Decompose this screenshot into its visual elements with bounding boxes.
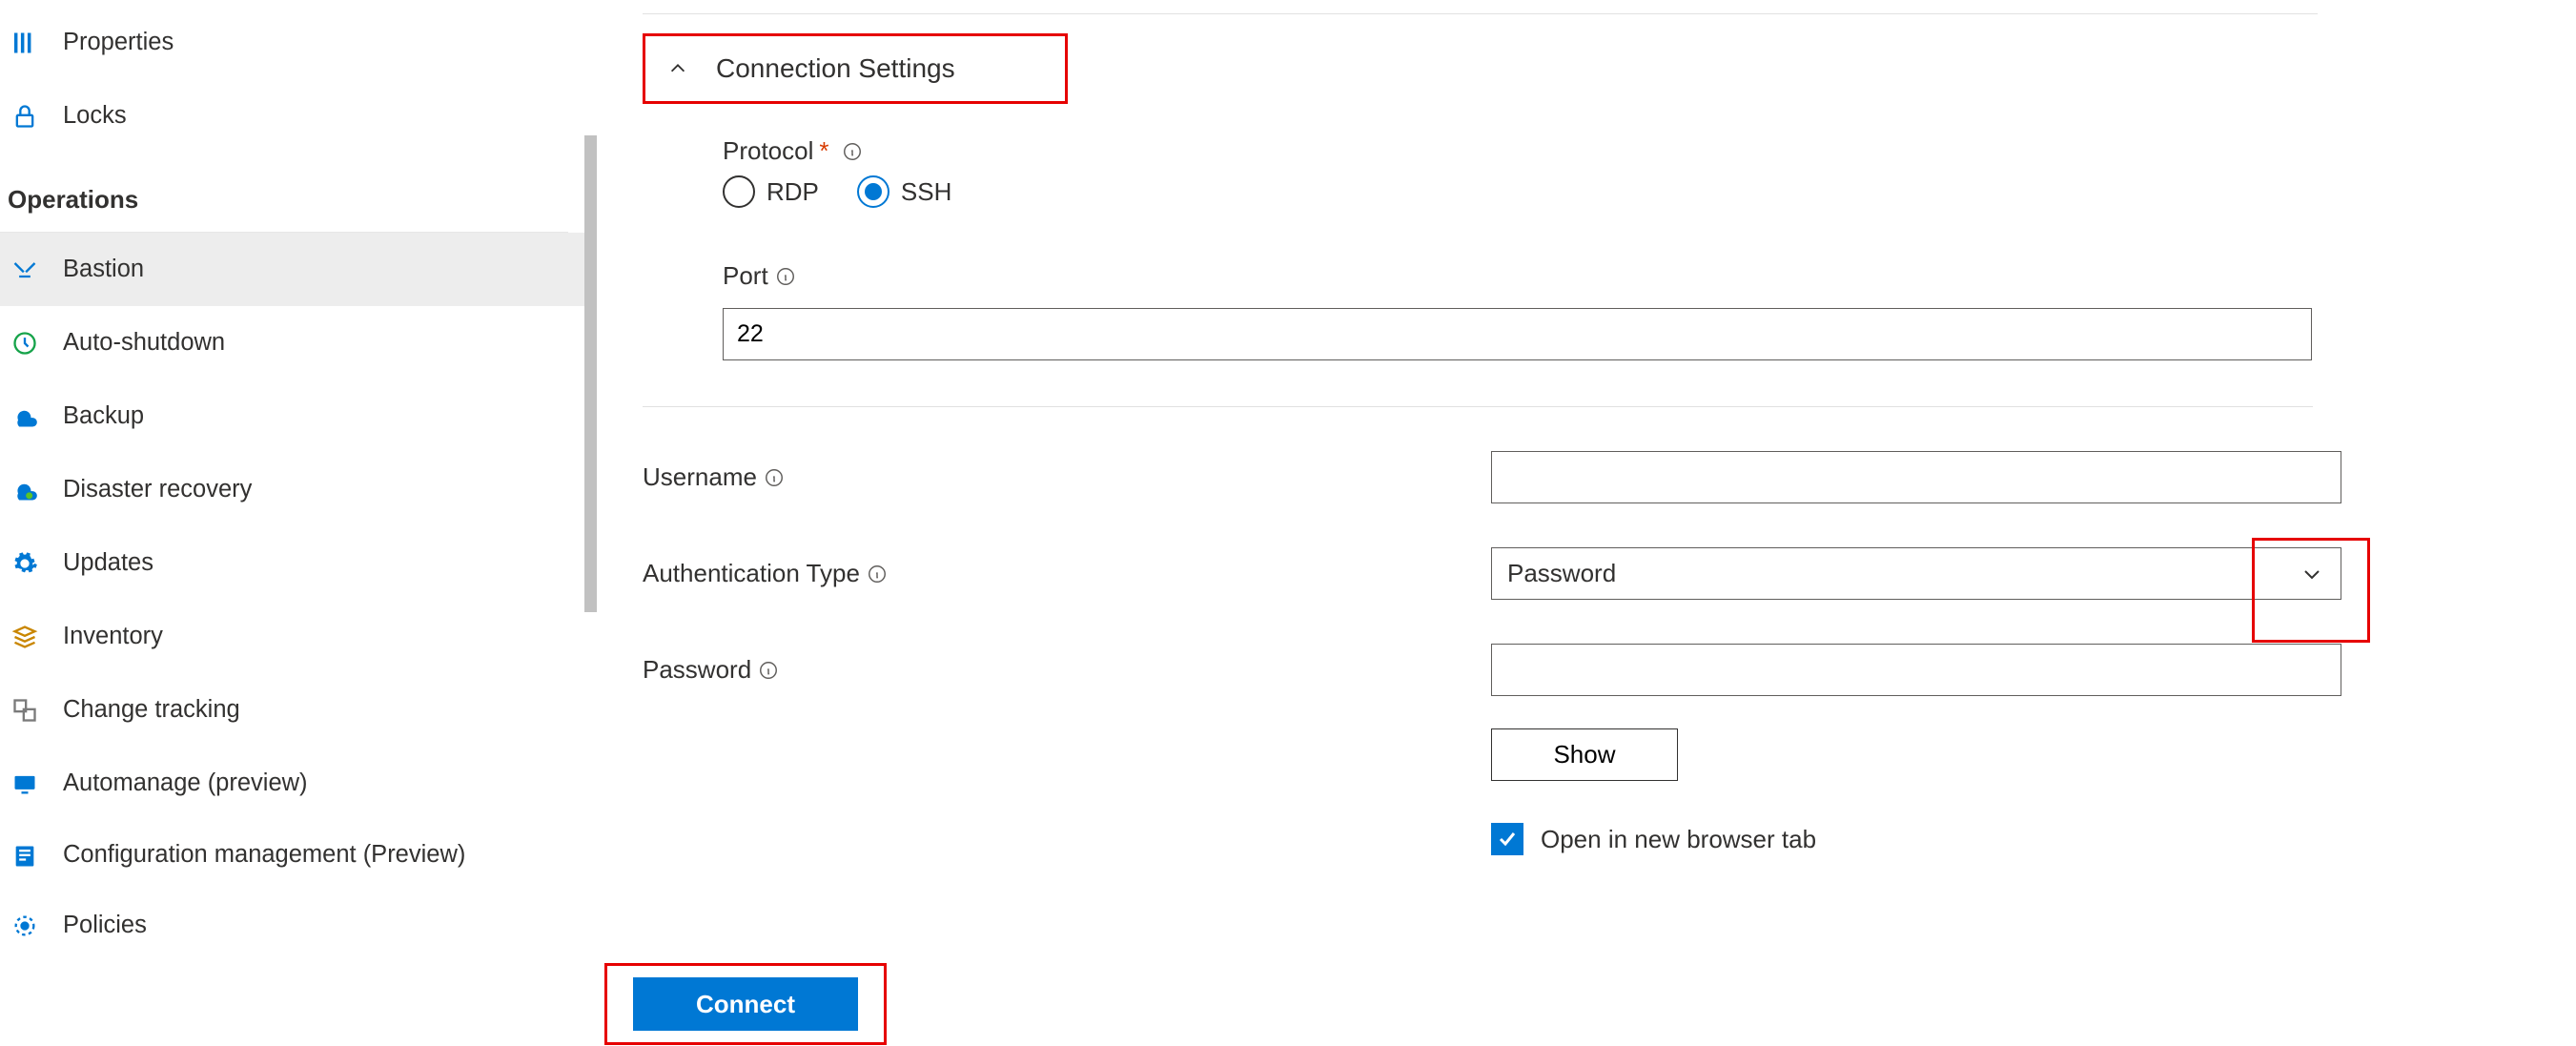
password-input[interactable] [1491,644,2341,696]
radio-icon [857,175,889,208]
inventory-icon [10,622,40,652]
connection-settings-toggle[interactable]: Connection Settings [666,53,955,84]
info-icon[interactable] [841,140,864,163]
show-password-button[interactable]: Show [1491,728,1678,781]
sidebar-item-backup[interactable]: Backup [0,379,597,453]
info-icon[interactable] [763,466,786,489]
radio-icon [723,175,755,208]
automanage-icon [10,769,40,799]
protocol-label: Protocol [723,136,813,166]
authtype-row: Authentication Type Password [643,547,2538,600]
authtype-label: Authentication Type [643,559,860,588]
sidebar: Properties Locks Operations Bastion Auto… [0,0,597,1046]
divider [643,13,2318,14]
sidebar-item-label: Configuration management (Preview) [63,838,465,871]
sidebar-item-policies[interactable]: Policies [0,889,597,962]
highlight-connect-button: Connect [604,963,887,1045]
sidebar-item-change-tracking[interactable]: Change tracking [0,673,597,747]
sidebar-item-label: Updates [63,549,153,577]
sidebar-item-bastion[interactable]: Bastion [0,233,597,306]
chevron-down-icon [2299,561,2325,587]
disaster-icon [10,475,40,505]
sidebar-item-label: Locks [63,102,127,130]
gear-icon [10,548,40,579]
protocol-radio-rdp[interactable]: RDP [723,175,819,208]
username-label: Username [643,462,757,492]
chevron-up-icon [666,57,689,80]
info-icon[interactable] [757,659,780,682]
sidebar-item-inventory[interactable]: Inventory [0,600,597,673]
sidebar-item-label: Change tracking [63,696,240,724]
sidebar-item-label: Inventory [63,623,163,650]
port-input[interactable] [723,308,2312,360]
authtype-select[interactable]: Password [1491,547,2341,600]
divider [643,406,2313,407]
lock-icon [10,101,40,132]
sidebar-item-config-mgmt[interactable]: Configuration management (Preview) [0,820,597,889]
username-input[interactable] [1491,451,2341,503]
radio-label: RDP [767,177,819,207]
port-field: Port [723,261,2538,360]
password-label: Password [643,655,751,685]
required-marker: * [819,136,828,166]
sidebar-item-label: Properties [63,29,174,56]
backup-icon [10,401,40,432]
info-icon[interactable] [774,265,797,288]
clock-icon [10,328,40,359]
sidebar-item-properties[interactable]: Properties [0,6,597,79]
highlight-connection-settings: Connection Settings [643,33,1068,104]
radio-label: SSH [901,177,951,207]
checkbox-checked-icon [1491,823,1523,855]
main-content: Connection Settings Protocol * RDP SSH P… [597,0,2576,1046]
sidebar-item-auto-shutdown[interactable]: Auto-shutdown [0,306,597,379]
newtab-row: Open in new browser tab [643,781,2538,855]
sidebar-item-disaster-recovery[interactable]: Disaster recovery [0,453,597,526]
config-icon [10,841,40,872]
newtab-checkbox[interactable]: Open in new browser tab [1491,823,2349,855]
sidebar-item-label: Disaster recovery [63,476,252,503]
password-row: Password [643,644,2538,696]
sidebar-item-label: Policies [63,912,147,939]
change-icon [10,695,40,726]
sidebar-item-label: Auto-shutdown [63,329,225,357]
sidebar-section-operations: Operations [0,153,568,233]
bastion-icon [10,255,40,285]
newtab-label: Open in new browser tab [1541,825,1816,854]
properties-icon [10,28,40,58]
policies-icon [10,911,40,941]
sidebar-item-updates[interactable]: Updates [0,526,597,600]
sidebar-item-locks[interactable]: Locks [0,79,597,153]
sidebar-item-label: Automanage (preview) [63,769,308,797]
authtype-value: Password [1507,559,1616,588]
connect-button[interactable]: Connect [633,977,858,1031]
sidebar-scrollbar[interactable] [584,0,597,1046]
info-icon[interactable] [866,563,889,585]
protocol-field: Protocol * RDP SSH [723,136,2538,208]
show-row: Show [643,728,2538,781]
sidebar-item-label: Backup [63,402,144,430]
scrollbar-thumb[interactable] [584,135,597,612]
protocol-radio-ssh[interactable]: SSH [857,175,951,208]
username-row: Username [643,451,2538,503]
sidebar-item-automanage[interactable]: Automanage (preview) [0,747,597,820]
sidebar-item-label: Bastion [63,256,144,283]
section-title: Connection Settings [716,53,955,84]
port-label: Port [723,261,768,291]
